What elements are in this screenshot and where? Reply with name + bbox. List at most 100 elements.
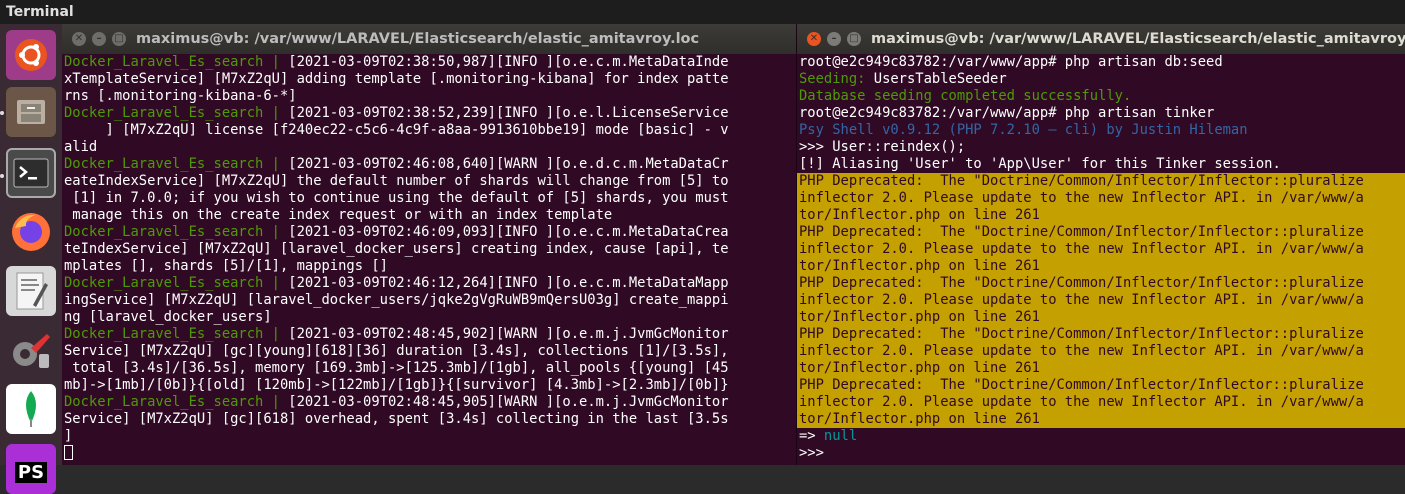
terminal-text: [!] Aliasing 'User' to 'App\User' for th… (799, 156, 1281, 172)
terminal-line: ] (62, 428, 796, 445)
terminal-text: manage this on the create index request … (64, 207, 613, 223)
terminal-line: manage this on the create index request … (62, 207, 796, 224)
terminal-text: PHP Deprecated: The "Doctrine/Common/Inf… (799, 326, 1364, 342)
terminal-text: Service] [M7xZ2qU] [gc][618] overhead, s… (64, 411, 729, 427)
terminal-text: Docker_Laravel_Es_search | (64, 224, 289, 240)
terminal-line: teIndexService] [M7xZ2qU] [laravel_docke… (62, 241, 796, 258)
terminal-text: rns [.monitoring-kibana-6-*] (64, 88, 297, 104)
terminal-text: >>> (799, 445, 824, 461)
terminal-text: Service] [M7xZ2qU] [gc][young][618][36] … (64, 343, 729, 359)
terminal-window-right[interactable]: ✕ – □ maximus@vb: /var/www/LARAVEL/Elast… (796, 24, 1405, 465)
terminal-text: xTemplateService] [M7xZ2qU] adding templ… (64, 71, 729, 87)
title-bar[interactable]: ✕ – □ maximus@vb: /var/www/LARAVEL/Elast… (62, 24, 796, 54)
terminal-text: tor/Inflector.php on line 261 (799, 207, 1040, 223)
terminal-text: root@e2c949c83782:/var/www/app# php arti… (799, 54, 1223, 70)
terminal-line: total [3.4s]/[36.5s], memory [169.3mb]->… (62, 360, 796, 377)
terminal-text: >>> User::reindex(); (799, 139, 966, 155)
terminal-line: PHP Deprecated: The "Doctrine/Common/Inf… (797, 275, 1405, 292)
title-bar[interactable]: ✕ – □ maximus@vb: /var/www/LARAVEL/Elast… (797, 24, 1405, 54)
terminal-line: inflector 2.0. Please update to the new … (797, 343, 1405, 360)
terminal-line: tor/Inflector.php on line 261 (797, 360, 1405, 377)
minimize-button[interactable]: – (827, 32, 841, 46)
terminal-line: Seeding: UsersTableSeeder (797, 71, 1405, 88)
terminal-text: inflector 2.0. Please update to the new … (799, 190, 1364, 206)
terminal-window-left[interactable]: ✕ – □ maximus@vb: /var/www/LARAVEL/Elast… (62, 24, 796, 465)
terminal-line: PHP Deprecated: The "Doctrine/Common/Inf… (797, 173, 1405, 190)
terminal-text: UsersTableSeeder (865, 71, 1007, 87)
terminal-line: >>> User::reindex(); (797, 139, 1405, 156)
terminal-text: Docker_Laravel_Es_search | (64, 54, 289, 70)
text-editor-icon[interactable] (6, 266, 56, 316)
terminal-line: Docker_Laravel_Es_search | [2021-03-09T0… (62, 275, 796, 292)
terminal-text: Seeding: (799, 71, 866, 87)
terminal-line: Docker_Laravel_Es_search | [2021-03-09T0… (62, 105, 796, 122)
terminal-output[interactable]: Docker_Laravel_Es_search | [2021-03-09T0… (62, 54, 796, 465)
terminal-text: PHP Deprecated: The "Doctrine/Common/Inf… (799, 173, 1364, 189)
terminal-text: inflector 2.0. Please update to the new … (799, 394, 1364, 410)
terminal-text: ng [laravel_docker_users] (64, 309, 272, 325)
close-button[interactable]: ✕ (807, 32, 821, 46)
terminal-text: Docker_Laravel_Es_search | (64, 156, 289, 172)
phpstorm-label: PS (14, 462, 48, 483)
terminal-text: ] (64, 428, 73, 444)
terminal-line: Docker_Laravel_Es_search | [2021-03-09T0… (62, 394, 796, 411)
running-indicator (0, 111, 4, 115)
top-panel: Terminal (0, 0, 1405, 24)
terminal-text: Docker_Laravel_Es_search | (64, 394, 289, 410)
terminal-line: Docker_Laravel_Es_search | [2021-03-09T0… (62, 326, 796, 343)
terminal-text: PHP Deprecated: The "Doctrine/Common/Inf… (799, 377, 1364, 393)
terminal-text: Psy Shell v0.9.12 (PHP 7.2.10 — cli) by … (799, 122, 1248, 138)
settings-icon[interactable] (6, 325, 56, 375)
terminal-icon[interactable] (6, 148, 56, 198)
close-button[interactable]: ✕ (72, 32, 86, 46)
phpstorm-icon[interactable]: PS (6, 444, 56, 494)
maximize-button[interactable]: □ (112, 32, 126, 46)
terminal-text: inflector 2.0. Please update to the new … (799, 292, 1364, 308)
terminal-text: root@e2c949c83782:/var/www/app# php arti… (799, 105, 1215, 121)
terminal-text: teIndexService] [M7xZ2qU] [laravel_docke… (64, 241, 729, 257)
terminal-line: PHP Deprecated: The "Doctrine/Common/Inf… (797, 224, 1405, 241)
terminal-output[interactable]: root@e2c949c83782:/var/www/app# php arti… (797, 54, 1405, 465)
terminal-line: inflector 2.0. Please update to the new … (797, 190, 1405, 207)
ubuntu-icon[interactable] (6, 30, 56, 80)
terminal-line: root@e2c949c83782:/var/www/app# php arti… (797, 54, 1405, 71)
terminal-text: => (799, 428, 824, 444)
terminal-line: xTemplateService] [M7xZ2qU] adding templ… (62, 71, 796, 88)
mongodb-icon[interactable] (6, 384, 56, 434)
window-title: maximus@vb: /var/www/LARAVEL/Elasticsear… (871, 31, 1405, 47)
firefox-icon[interactable] (6, 207, 56, 257)
window-title: maximus@vb: /var/www/LARAVEL/Elasticsear… (136, 31, 700, 47)
terminal-line: mb]->[1mb]/[0b]}{[old] [120mb]->[122mb]/… (62, 377, 796, 394)
terminal-text: [2021-03-09T02:38:52,239][INFO ][o.e.l.L… (288, 105, 729, 121)
terminal-line: Psy Shell v0.9.12 (PHP 7.2.10 — cli) by … (797, 122, 1405, 139)
terminal-text: ingService] [M7xZ2qU] [laravel_docker_us… (64, 292, 729, 308)
terminal-text: [2021-03-09T02:38:50,987][INFO ][o.e.c.m… (288, 54, 729, 70)
cursor-line (62, 445, 796, 462)
terminal-text: [2021-03-09T02:48:45,902][WARN ][o.e.m.j… (288, 326, 729, 342)
terminal-line: Service] [M7xZ2qU] [gc][618] overhead, s… (62, 411, 796, 428)
terminal-line: root@e2c949c83782:/var/www/app# php arti… (797, 105, 1405, 122)
terminal-text: [1] in 7.0.0; if you wish to continue us… (64, 190, 729, 206)
terminal-text: PHP Deprecated: The "Doctrine/Common/Inf… (799, 275, 1364, 291)
minimize-button[interactable]: – (92, 32, 106, 46)
terminal-line: tor/Inflector.php on line 261 (797, 411, 1405, 428)
files-icon[interactable] (6, 87, 56, 137)
terminal-line: Docker_Laravel_Es_search | [2021-03-09T0… (62, 156, 796, 173)
app-title: Terminal (6, 4, 74, 20)
terminal-text: Docker_Laravel_Es_search | (64, 275, 289, 291)
terminal-text: tor/Inflector.php on line 261 (799, 258, 1040, 274)
terminal-text: eateIndexService] [M7xZ2qU] the default … (64, 173, 729, 189)
terminal-text: tor/Inflector.php on line 261 (799, 360, 1040, 376)
terminal-line: ] [M7xZ2qU] license [f240ec22-c5c6-4c9f-… (62, 122, 796, 139)
terminal-text: [2021-03-09T02:46:08,640][WARN ][o.e.d.c… (288, 156, 729, 172)
terminal-line: PHP Deprecated: The "Doctrine/Common/Inf… (797, 326, 1405, 343)
terminal-text: alid (64, 139, 98, 155)
terminal-line: tor/Inflector.php on line 261 (797, 258, 1405, 275)
maximize-button[interactable]: □ (847, 32, 861, 46)
terminal-line: => null (797, 428, 1405, 445)
terminal-text: [2021-03-09T02:46:09,093][INFO ][o.e.c.m… (288, 224, 729, 240)
terminal-text: Docker_Laravel_Es_search | (64, 105, 289, 121)
terminal-text: null (823, 428, 858, 444)
terminal-line: PHP Deprecated: The "Doctrine/Common/Inf… (797, 377, 1405, 394)
terminal-line: alid (62, 139, 796, 156)
